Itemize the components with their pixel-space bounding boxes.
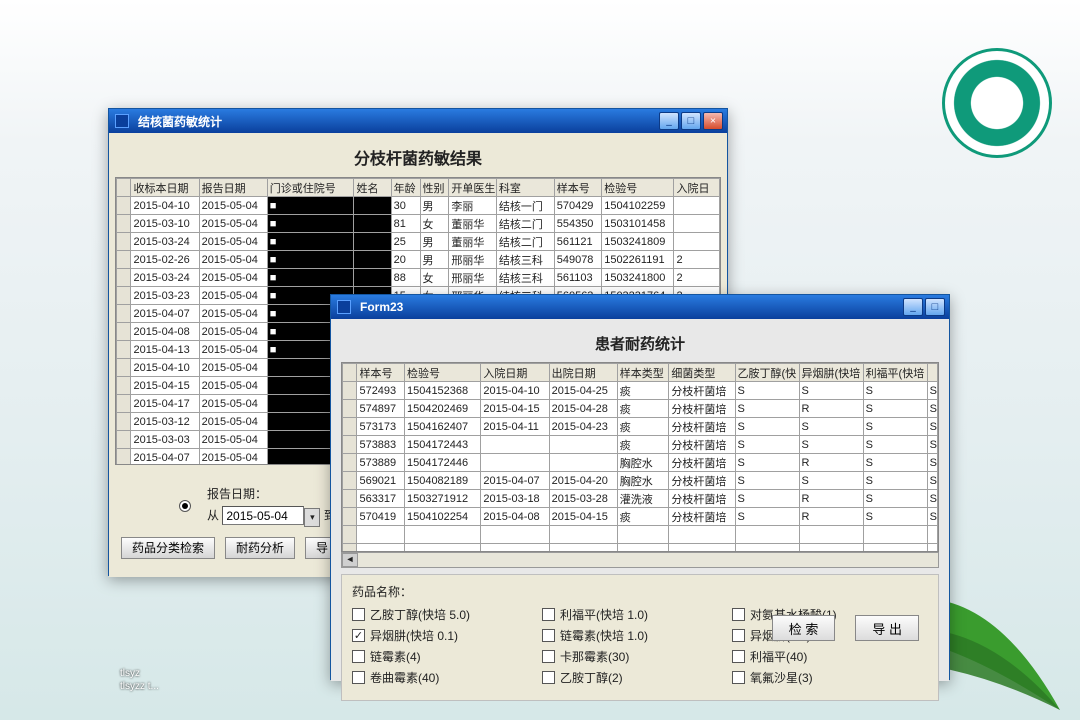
table-row[interactable]: 56331715032719122015-03-182015-03-28灌洗液分… <box>343 490 938 508</box>
minimize-button[interactable]: _ <box>659 112 679 130</box>
table-row[interactable]: 2015-04-102015-05-04■30男李丽结核一门5704291504… <box>117 197 720 215</box>
drug-checkbox[interactable]: 利福平(40) <box>732 648 882 665</box>
drug-checkbox[interactable]: 链霉素(快培 1.0) <box>542 627 692 644</box>
desktop-icons: tlsyz tlsyzz t... <box>120 668 159 694</box>
drug-classify-button[interactable]: 药品分类检索 <box>121 537 215 559</box>
titlebar-2[interactable]: Form23 _ □ <box>331 295 949 319</box>
table-row[interactable]: 57041915041022542015-04-082015-04-15痰分枝杆… <box>343 508 938 526</box>
drug-checkbox[interactable]: 卷曲霉素(40) <box>352 669 502 686</box>
from-label: 从 <box>207 509 219 523</box>
table-row[interactable]: 2015-03-102015-05-04■81女董丽华结核二门554350150… <box>117 215 720 233</box>
table-row[interactable]: 57317315041624072015-04-112015-04-23痰分枝杆… <box>343 418 938 436</box>
drug-checkbox[interactable]: 氧氟沙星(3) <box>732 669 882 686</box>
minimize-button[interactable]: _ <box>903 298 923 316</box>
table-row[interactable]: 56902115040821892015-04-072015-04-20胸腔水分… <box>343 472 938 490</box>
table-row[interactable]: 2015-03-242015-05-04■88女邢丽华结核三科561103150… <box>117 269 720 287</box>
window-title-1: 结核菌药敏统计 <box>138 113 222 130</box>
titlebar-1[interactable]: 结核菌药敏统计 _ □ × <box>109 109 727 133</box>
drug-checkbox[interactable]: 乙胺丁醇(2) <box>542 669 692 686</box>
drug-checkbox[interactable]: 乙胺丁醇(快培 5.0) <box>352 606 502 623</box>
from-date-drop[interactable]: ▾ <box>304 508 320 527</box>
heading-2: 患者耐药统计 <box>341 333 939 354</box>
heading-1: 分枝杆菌药敏结果 <box>115 145 721 169</box>
table-row[interactable]: 5738891504172446胸腔水分枝杆菌培SRSS <box>343 454 938 472</box>
app-icon <box>115 114 129 128</box>
table-row[interactable]: 2015-02-262015-05-04■20男邢丽华结核三科549078150… <box>117 251 720 269</box>
from-date-input[interactable] <box>222 506 304 525</box>
horizontal-scrollbar[interactable]: ◄ <box>341 552 939 568</box>
table-row[interactable]: 2015-03-242015-05-04■25男董丽华结核二门561121150… <box>117 233 720 251</box>
maximize-button[interactable]: □ <box>681 112 701 130</box>
export-button[interactable]: 导 出 <box>855 615 919 641</box>
resistance-analysis-button[interactable]: 耐药分析 <box>225 537 295 559</box>
radio-report-date[interactable] <box>179 500 191 512</box>
table-row[interactable]: 5738831504172443痰分枝杆菌培SSSS <box>343 436 938 454</box>
drug-checkbox[interactable]: 卡那霉素(30) <box>542 648 692 665</box>
table-row[interactable]: 57249315041523682015-04-102015-04-25痰分枝杆… <box>343 382 938 400</box>
hospital-logo <box>942 48 1052 158</box>
close-button[interactable]: × <box>703 112 723 130</box>
search-button[interactable]: 检 索 <box>772 615 836 641</box>
drug-checkbox[interactable]: 异烟肼(快培 0.1) <box>352 627 502 644</box>
drug-checkbox[interactable]: 链霉素(4) <box>352 648 502 665</box>
window-title-2: Form23 <box>360 300 403 314</box>
window-form23: Form23 _ □ 患者耐药统计 样本号检验号入院日期出院日期样本类型细菌类型… <box>330 294 950 680</box>
maximize-button[interactable]: □ <box>925 298 945 316</box>
grid-2[interactable]: 样本号检验号入院日期出院日期样本类型细菌类型乙胺丁醇(快异烟肼(快培利福平(快培… <box>341 362 939 552</box>
drug-checkbox[interactable]: 利福平(快培 1.0) <box>542 606 692 623</box>
app-icon <box>337 300 351 314</box>
scroll-left-icon[interactable]: ◄ <box>342 553 358 567</box>
table-row[interactable]: 57489715042024692015-04-152015-04-28痰分枝杆… <box>343 400 938 418</box>
drugs-label: 药品名称： <box>352 583 928 600</box>
